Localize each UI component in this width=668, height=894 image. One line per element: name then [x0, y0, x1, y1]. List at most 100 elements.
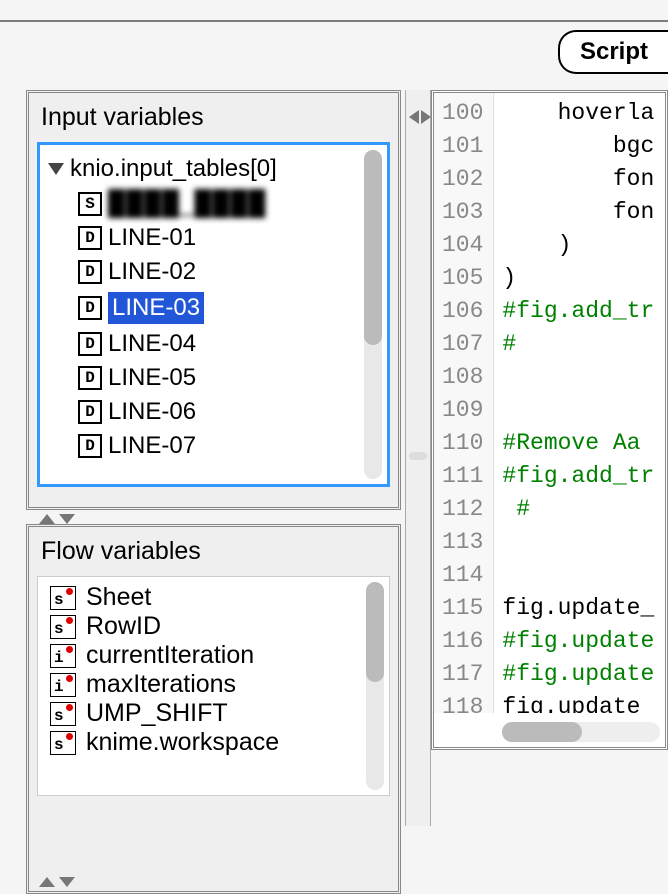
line-gutter: 1001011021031041051061071081091101111121… [434, 93, 494, 713]
scrollbar-vertical[interactable] [364, 150, 382, 479]
code-line[interactable]: # [502, 493, 654, 526]
flow-var-item[interactable]: sUMP_SHIFT [46, 699, 389, 728]
tree-item[interactable]: DLINE-07 [76, 429, 387, 463]
arrow-down-icon[interactable] [59, 877, 75, 887]
line-number: 102 [442, 163, 483, 196]
arrow-up-icon[interactable] [39, 514, 55, 524]
flow-var-label: RowID [86, 612, 161, 641]
code-line[interactable]: #fig.add_tr [502, 460, 654, 493]
line-number: 113 [442, 526, 483, 559]
flow-var-label: maxIterations [86, 670, 236, 699]
tree-item[interactable]: DLINE-04 [76, 327, 387, 361]
code-line[interactable] [502, 394, 654, 427]
code-editor[interactable]: 1001011021031041051061071081091101111121… [434, 93, 665, 713]
arrow-up-icon[interactable] [39, 877, 55, 887]
input-variables-panel: Input variables knio.input_tables[0] S██… [26, 90, 401, 510]
flow-variables-title: Flow variables [29, 527, 398, 574]
double-type-icon: D [78, 434, 102, 458]
code-line[interactable]: fig.update_ [502, 691, 654, 713]
code-line[interactable]: ) [502, 229, 654, 262]
arrow-down-icon[interactable] [59, 514, 75, 524]
line-number: 105 [442, 262, 483, 295]
scrollbar-thumb[interactable] [366, 582, 384, 682]
input-variables-tree[interactable]: knio.input_tables[0] S████_████DLINE-01D… [37, 142, 390, 487]
string-var-icon: s [50, 615, 76, 639]
double-type-icon: D [78, 260, 102, 284]
line-number: 104 [442, 229, 483, 262]
vertical-splitter[interactable] [405, 90, 431, 826]
tree-item-label: LINE-05 [108, 364, 196, 392]
code-line[interactable]: fon [502, 196, 654, 229]
line-number: 100 [442, 97, 483, 130]
tree-item-label: ████_████ [108, 190, 266, 218]
double-type-icon: D [78, 366, 102, 390]
code-line[interactable]: hoverla [502, 97, 654, 130]
flow-variables-tree[interactable]: sSheetsRowIDicurrentIterationimaxIterati… [37, 576, 390, 796]
scrollbar-thumb[interactable] [502, 722, 582, 742]
flow-var-label: Sheet [86, 583, 151, 612]
line-number: 118 [442, 691, 483, 713]
double-type-icon: D [78, 226, 102, 250]
arrow-right-icon[interactable] [421, 110, 431, 124]
flow-var-label: knime.workspace [86, 728, 279, 757]
scrollbar-horizontal[interactable] [502, 722, 660, 742]
panel-collapse-controls[interactable] [39, 514, 75, 524]
flow-var-label: currentIteration [86, 641, 254, 670]
code-line[interactable] [502, 526, 654, 559]
code-line[interactable] [502, 361, 654, 394]
tree-item[interactable]: DLINE-05 [76, 361, 387, 395]
input-variables-title: Input variables [29, 93, 398, 140]
line-number: 117 [442, 658, 483, 691]
tree-item[interactable]: DLINE-01 [76, 221, 387, 255]
code-line[interactable]: #fig.update [502, 625, 654, 658]
line-number: 111 [442, 460, 483, 493]
arrow-left-icon[interactable] [409, 110, 419, 124]
tree-item[interactable]: DLINE-03 [76, 289, 387, 327]
flow-var-item[interactable]: icurrentIteration [46, 641, 389, 670]
string-type-icon: S [78, 192, 102, 216]
script-tab[interactable]: Script [558, 30, 668, 74]
string-var-icon: s [50, 731, 76, 755]
code-line[interactable]: bgc [502, 130, 654, 163]
tree-item-label: LINE-03 [108, 292, 204, 324]
code-line[interactable]: fon [502, 163, 654, 196]
tree-root-label: knio.input_tables[0] [70, 155, 277, 183]
code-line[interactable]: #Remove Aa [502, 427, 654, 460]
panel-collapse-controls[interactable] [39, 877, 75, 887]
int-var-icon: i [50, 673, 76, 697]
code-content[interactable]: hoverla bgc fon fon ))#fig.add_tr##Remov… [494, 93, 654, 713]
tree-root-item[interactable]: knio.input_tables[0] [48, 151, 387, 187]
tree-item-label: LINE-06 [108, 398, 196, 426]
tree-item[interactable]: DLINE-02 [76, 255, 387, 289]
flow-var-label: UMP_SHIFT [86, 699, 228, 728]
code-line[interactable]: #fig.update [502, 658, 654, 691]
flow-var-item[interactable]: s knime.workspace [46, 728, 389, 757]
line-number: 107 [442, 328, 483, 361]
scrollbar-thumb[interactable] [364, 150, 382, 345]
flow-var-item[interactable]: s RowID [46, 612, 389, 641]
tree-item[interactable]: DLINE-06 [76, 395, 387, 429]
line-number: 114 [442, 559, 483, 592]
scrollbar-vertical[interactable] [366, 582, 384, 790]
code-line[interactable]: ) [502, 262, 654, 295]
flow-variables-panel: Flow variables sSheetsRowIDicurrentItera… [26, 524, 401, 894]
tree-item[interactable]: S████_████ [76, 187, 387, 221]
line-number: 109 [442, 394, 483, 427]
line-number: 108 [442, 361, 483, 394]
flow-var-item[interactable]: s Sheet [46, 583, 389, 612]
chevron-down-icon[interactable] [48, 163, 64, 175]
tree-item-label: LINE-04 [108, 330, 196, 358]
string-var-icon: s [50, 586, 76, 610]
code-line[interactable]: #fig.add_tr [502, 295, 654, 328]
code-line[interactable]: fig.update_ [502, 592, 654, 625]
splitter-grip[interactable] [409, 452, 427, 460]
line-number: 103 [442, 196, 483, 229]
line-number: 116 [442, 625, 483, 658]
line-number: 115 [442, 592, 483, 625]
code-line[interactable]: # [502, 328, 654, 361]
code-line[interactable] [502, 559, 654, 592]
double-type-icon: D [78, 400, 102, 424]
line-number: 106 [442, 295, 483, 328]
flow-var-item[interactable]: i maxIterations [46, 670, 389, 699]
line-number: 110 [442, 427, 483, 460]
